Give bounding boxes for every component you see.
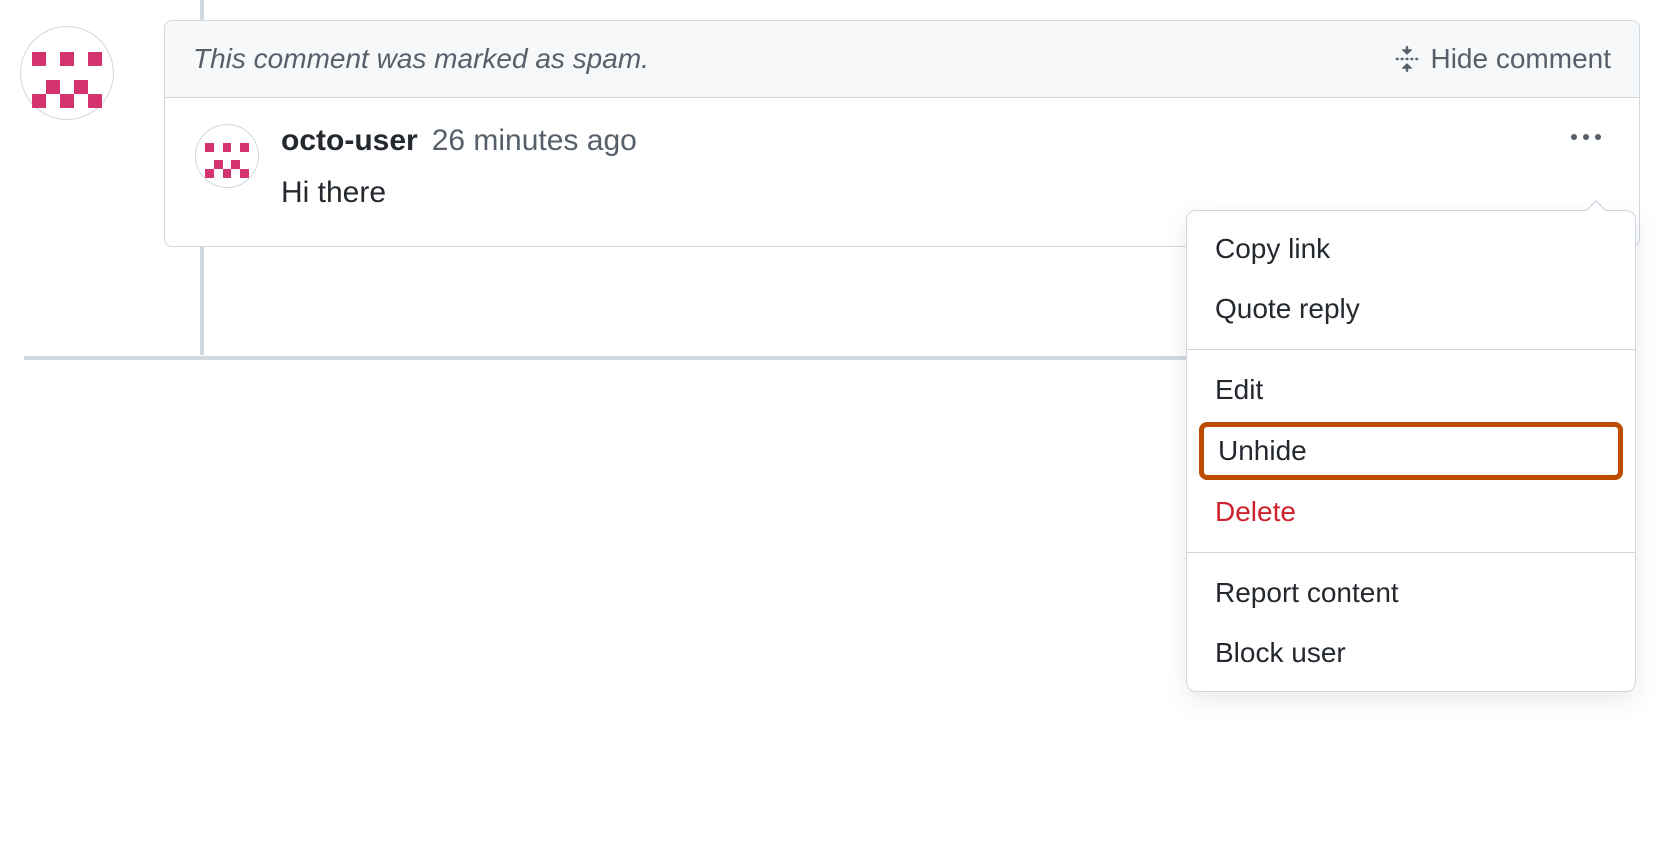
spam-banner-text: This comment was marked as spam. [193,43,649,75]
avatar-inner[interactable] [195,124,259,188]
menu-edit[interactable]: Edit [1187,360,1635,420]
menu-report-content[interactable]: Report content [1187,563,1635,623]
kebab-dot-icon [1583,134,1589,140]
hide-comment-label: Hide comment [1430,43,1611,75]
menu-block-user[interactable]: Block user [1187,623,1635,683]
avatar-outer[interactable] [20,26,114,120]
kebab-dot-icon [1595,134,1601,140]
spam-header: This comment was marked as spam. Hide co… [165,21,1639,98]
comment-meta: octo-user 26 minutes ago Hi there [281,124,1609,210]
kebab-button[interactable] [1563,126,1609,148]
kebab-dot-icon [1571,134,1577,140]
menu-copy-link[interactable]: Copy link [1187,219,1635,279]
menu-delete[interactable]: Delete [1187,482,1635,542]
identicon-icon [205,134,249,178]
comment-timestamp[interactable]: 26 minutes ago [432,124,637,158]
comment-username[interactable]: octo-user [281,124,418,158]
fold-icon [1394,46,1420,72]
menu-unhide-highlight: Unhide [1199,422,1623,480]
kebab-menu: Copy link Quote reply Edit Unhide Delete… [1186,210,1636,692]
hide-comment-button[interactable]: Hide comment [1394,43,1611,75]
menu-quote-reply[interactable]: Quote reply [1187,279,1635,339]
comment-text: Hi there [281,176,1609,210]
menu-divider [1187,349,1635,350]
identicon-icon [32,38,102,108]
menu-divider [1187,552,1635,553]
menu-unhide[interactable]: Unhide [1218,435,1604,467]
